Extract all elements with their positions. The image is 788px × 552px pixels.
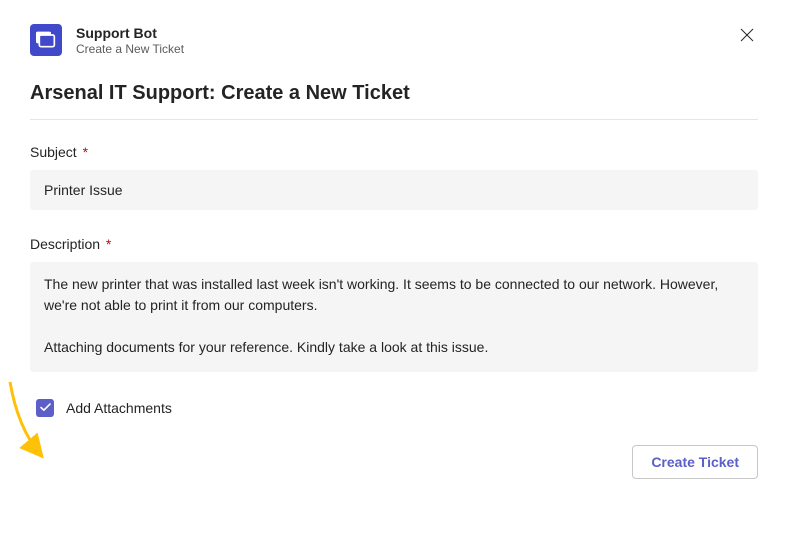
description-label: Description * xyxy=(30,236,758,252)
subject-label: Subject * xyxy=(30,144,758,160)
subject-label-text: Subject xyxy=(30,144,77,160)
attachments-checkbox[interactable] xyxy=(36,399,54,417)
description-field-group: Description * xyxy=(30,236,758,377)
create-ticket-button[interactable]: Create Ticket xyxy=(632,445,758,479)
app-title: Support Bot xyxy=(76,24,722,42)
header-text: Support Bot Create a New Ticket xyxy=(76,24,722,58)
close-button[interactable] xyxy=(736,24,758,46)
required-marker: * xyxy=(83,144,88,160)
divider xyxy=(30,119,758,120)
description-label-text: Description xyxy=(30,236,100,252)
app-subtitle: Create a New Ticket xyxy=(76,42,722,58)
dialog-header: Support Bot Create a New Ticket xyxy=(30,24,758,58)
close-icon xyxy=(740,28,754,42)
subject-field-group: Subject * xyxy=(30,144,758,210)
checkmark-icon xyxy=(40,403,51,412)
support-bot-icon xyxy=(30,24,62,56)
page-title: Arsenal IT Support: Create a New Ticket xyxy=(30,82,758,105)
create-ticket-dialog: Support Bot Create a New Ticket Arsenal … xyxy=(0,0,788,499)
attachments-label: Add Attachments xyxy=(66,400,172,416)
required-marker: * xyxy=(106,236,111,252)
dialog-footer: Create Ticket xyxy=(30,445,758,479)
description-input[interactable] xyxy=(30,262,758,372)
subject-input[interactable] xyxy=(30,170,758,210)
attachments-checkbox-row[interactable]: Add Attachments xyxy=(30,399,758,417)
